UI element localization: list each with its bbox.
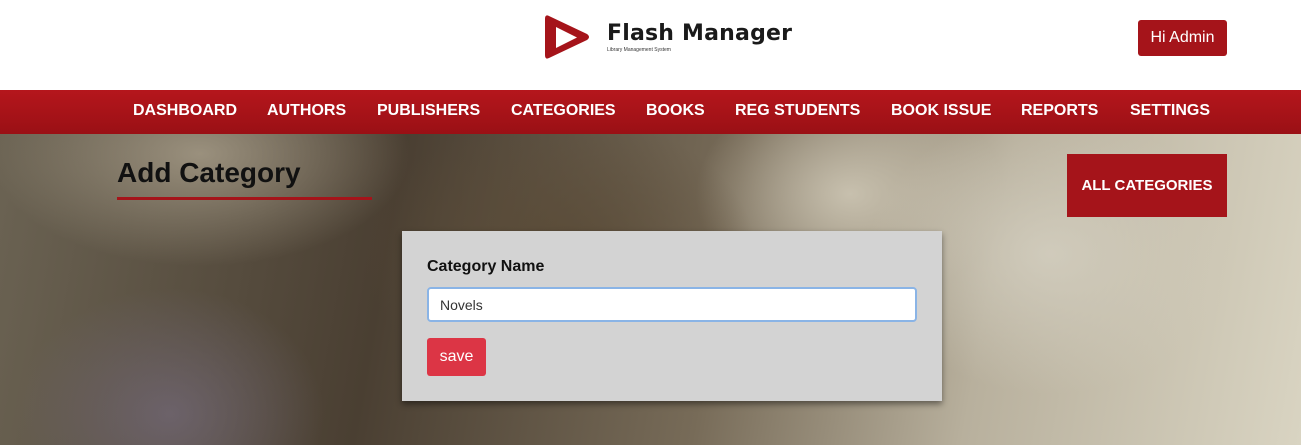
play-logo-icon	[545, 15, 589, 59]
header: Flash Manager Library Management System …	[0, 0, 1301, 90]
nav-item-categories[interactable]: CATEGORIES	[511, 90, 616, 134]
category-name-label: Category Name	[427, 258, 545, 275]
nav-item-dashboard[interactable]: DASHBOARD	[133, 90, 237, 134]
brand-title: Flash Manager	[607, 20, 793, 46]
nav-item-reports[interactable]: REPORTS	[1021, 90, 1098, 134]
nav-item-reg-students[interactable]: REG STUDENTS	[735, 90, 860, 134]
main-nav: DASHBOARD AUTHORS PUBLISHERS CATEGORIES …	[0, 90, 1301, 134]
nav-item-books[interactable]: BOOKS	[646, 90, 705, 134]
nav-item-authors[interactable]: AUTHORS	[267, 90, 346, 134]
brand-subtitle: Library Management System	[607, 46, 671, 53]
nav-item-book-issue[interactable]: BOOK ISSUE	[891, 90, 991, 134]
nav-item-publishers[interactable]: PUBLISHERS	[377, 90, 480, 134]
title-underline	[117, 197, 372, 200]
brand-logo[interactable]: Flash Manager Library Management System	[541, 10, 792, 64]
category-name-input[interactable]	[427, 287, 917, 322]
nav-item-settings[interactable]: SETTINGS	[1130, 90, 1210, 134]
add-category-form: Category Name save	[402, 231, 942, 401]
all-categories-button[interactable]: ALL CATEGORIES	[1067, 154, 1227, 217]
page-title: Add Category	[117, 157, 301, 188]
user-menu-button[interactable]: Hi Admin	[1138, 20, 1227, 56]
save-button[interactable]: save	[427, 338, 486, 376]
